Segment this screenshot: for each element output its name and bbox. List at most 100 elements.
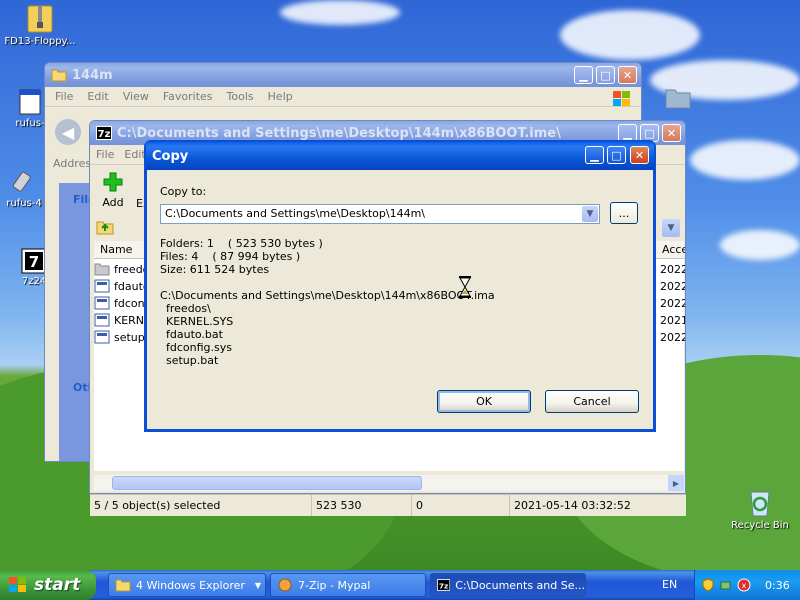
zip-folder-icon	[27, 5, 53, 33]
item-list-entry: KERNEL.SYS	[166, 315, 234, 328]
menu-file[interactable]: File	[55, 90, 73, 103]
application-window-icon	[19, 89, 41, 115]
folder-icon	[94, 263, 110, 276]
menu-edit[interactable]: Edit	[87, 90, 108, 103]
menu-tools[interactable]: Tools	[227, 90, 254, 103]
start-button[interactable]: start	[0, 570, 96, 600]
item-list-entry: setup.bat	[166, 354, 219, 367]
add-button[interactable]: Add	[100, 171, 126, 209]
explorer-titlebar[interactable]: 144m ▁ □ ✕	[45, 63, 641, 87]
desktop-icon-label: FD13-Floppy...	[4, 36, 76, 47]
list-item[interactable]: KERNE	[94, 312, 151, 328]
windows-logo-icon	[9, 577, 26, 592]
copy-dialog[interactable]: Copy ▁ □ ✕ Copy to: C:\Documents and Set…	[144, 140, 656, 432]
copy-dialog-titlebar[interactable]: Copy ▁ □ ✕	[146, 142, 654, 170]
scrollbar-thumb[interactable]	[112, 476, 422, 490]
status-modified: 2021-05-14 03:32:52	[514, 499, 631, 512]
taskbar-button-7zip-mypal[interactable]: 7-Zip - Mypal	[270, 573, 426, 597]
list-item[interactable]: fdauto	[94, 278, 150, 294]
back-button[interactable]: ◀	[55, 119, 81, 145]
system-file-icon	[94, 313, 110, 327]
up-folder-button[interactable]	[96, 219, 114, 235]
menu-file[interactable]: File	[96, 148, 114, 161]
scroll-right-button[interactable]: ▶	[668, 475, 684, 491]
minimize-button[interactable]: ▁	[574, 66, 593, 84]
item-list-entry: fdauto.bat	[166, 328, 223, 341]
windows-logo-icon	[613, 91, 630, 106]
path-combo-arrow[interactable]: ▼	[662, 219, 680, 237]
desktop-icon-recycle-bin[interactable]: Recycle Bin	[720, 486, 800, 531]
browse-button[interactable]: ...	[610, 202, 638, 224]
menu-edit[interactable]: Edit	[124, 148, 145, 161]
date-cell: 2022	[660, 263, 686, 276]
batch-file-icon	[94, 279, 110, 293]
menu-help[interactable]: Help	[268, 90, 293, 103]
dialog-body: Copy to: C:\Documents and Settings\me\De…	[147, 170, 653, 429]
horizontal-scrollbar[interactable]: ▶	[94, 475, 684, 491]
desktop-icon-floppy[interactable]: FD13-Floppy...	[0, 2, 80, 47]
close-button[interactable]: ✕	[630, 146, 649, 164]
status-packed: 0	[412, 495, 510, 516]
date-cell: 2022	[660, 280, 686, 293]
cancel-button[interactable]: Cancel	[545, 390, 639, 413]
config-file-icon	[94, 296, 110, 310]
clock[interactable]: 0:36	[765, 579, 790, 592]
folder-icon	[115, 579, 131, 592]
maximize-button[interactable]: □	[596, 66, 615, 84]
explorer-menubar: File Edit View Favorites Tools Help	[45, 87, 641, 107]
date-cell: 2022	[660, 297, 686, 310]
svg-text:7z: 7z	[439, 581, 449, 590]
menu-view[interactable]: View	[123, 90, 149, 103]
desktop-icon-label: rufus-4	[6, 198, 42, 209]
column-accessed[interactable]: Acce	[662, 243, 685, 256]
copy-to-label: Copy to:	[160, 185, 207, 198]
source-path: C:\Documents and Settings\me\Desktop\144…	[160, 289, 495, 302]
add-label: Add	[102, 196, 124, 209]
desktop-icon-label: Recycle Bin	[731, 520, 789, 531]
system-tray: x 0:36	[694, 570, 800, 600]
list-item[interactable]: setup	[94, 329, 145, 345]
language-indicator[interactable]: EN	[662, 578, 677, 591]
close-button[interactable]: ✕	[618, 66, 637, 84]
status-bar: 5 / 5 object(s) selected 523 530 0 2021-…	[90, 494, 686, 516]
menu-favorites[interactable]: Favorites	[163, 90, 213, 103]
desktop-icon-label: 7z24	[21, 276, 47, 287]
size-info: Size: 611 524 bytes	[160, 263, 270, 276]
column-name[interactable]: Name	[100, 243, 132, 256]
security-shield-icon[interactable]	[701, 578, 715, 592]
close-button[interactable]: ✕	[662, 124, 681, 142]
network-icon[interactable]	[719, 578, 733, 592]
destination-value: C:\Documents and Settings\me\Desktop\144…	[165, 207, 425, 220]
svg-text:7z: 7z	[98, 129, 111, 140]
minimize-button[interactable]: ▁	[585, 146, 604, 164]
hourglass-cursor-icon	[459, 276, 471, 298]
desktop-icon-label: rufus-	[15, 118, 45, 129]
folder-icon	[51, 69, 67, 82]
plus-icon	[103, 172, 123, 192]
date-cell: 2021	[660, 314, 686, 327]
chevron-down-icon[interactable]: ▼	[582, 206, 598, 222]
list-item[interactable]: fdconf	[94, 295, 148, 311]
batch-file-icon	[94, 330, 110, 344]
folders-info: Folders: 1 ( 523 530 bytes )	[160, 237, 323, 250]
destination-combo[interactable]: C:\Documents and Settings\me\Desktop\144…	[160, 204, 600, 224]
taskbar-button-explorer[interactable]: 4 Windows Explorer ▼	[108, 573, 266, 597]
taskbar-button-7zip-window[interactable]: 7z C:\Documents and Se...	[430, 573, 586, 597]
task-label: 7-Zip - Mypal	[298, 578, 371, 592]
window-title: C:\Documents and Settings\me\Desktop\144…	[117, 125, 561, 141]
status-selected: 5 / 5 object(s) selected	[90, 495, 312, 516]
seven-zip-icon: 7z	[96, 126, 112, 140]
list-item[interactable]: freedo	[94, 261, 149, 277]
files-info: Files: 4 ( 87 994 bytes )	[160, 250, 301, 263]
desktop-icon-folder-right[interactable]	[656, 86, 700, 112]
seven-zip-icon: 7z	[437, 579, 451, 591]
alert-icon[interactable]: x	[737, 578, 751, 592]
status-size: 523 530	[312, 495, 412, 516]
taskbar: start 4 Windows Explorer ▼ 7-Zip - Mypal…	[0, 570, 800, 600]
maximize-button[interactable]: □	[607, 146, 626, 164]
item-list-entry: fdconfig.sys	[166, 341, 232, 354]
start-label: start	[34, 575, 81, 595]
task-label: C:\Documents and Se...	[455, 578, 585, 592]
item-list-entry: freedos\	[166, 302, 211, 315]
ok-button[interactable]: OK	[437, 390, 531, 413]
